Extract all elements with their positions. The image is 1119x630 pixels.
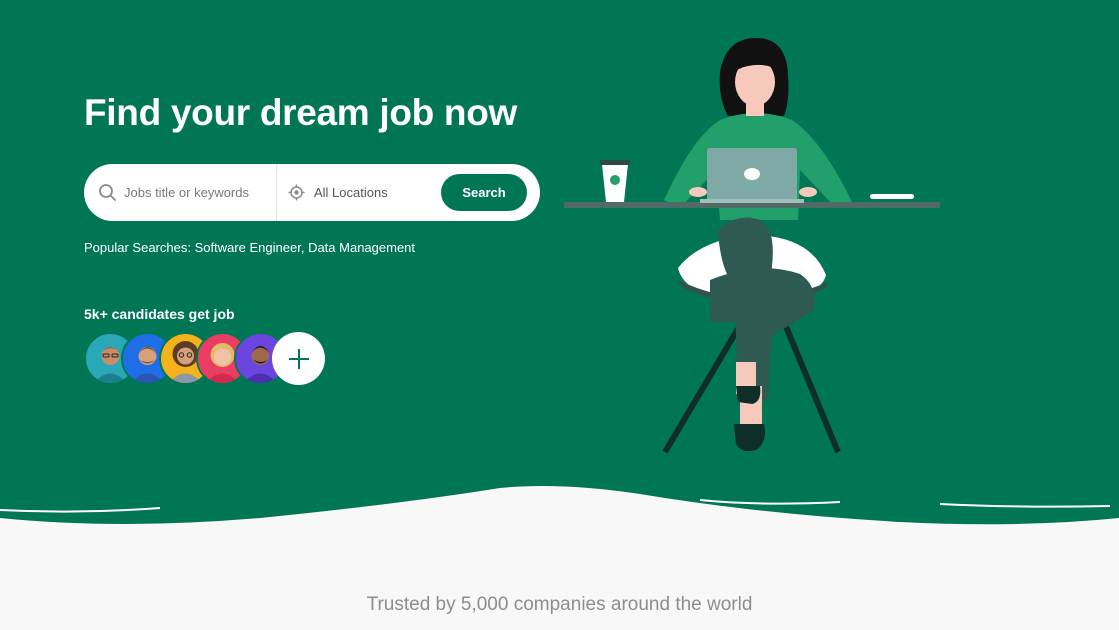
- trusted-by-text: Trusted by 5,000 companies around the wo…: [366, 594, 753, 615]
- search-icon: [99, 184, 116, 201]
- candidates-heading: 5k+ candidates get job: [84, 306, 235, 322]
- search-button[interactable]: Search: [441, 174, 527, 211]
- wave-divider: [0, 486, 1119, 540]
- keywords-field[interactable]: [98, 164, 276, 221]
- search-divider: [276, 164, 277, 221]
- hero-title: Find your dream job now: [84, 92, 517, 133]
- popular-search-data-management[interactable]: Data Management: [308, 240, 415, 255]
- hero-section: Find your dream job now All Locations Se…: [0, 0, 1119, 540]
- popular-searches-label: Popular Searches:: [84, 240, 191, 255]
- job-search-bar: All Locations Search: [84, 164, 540, 221]
- keywords-input[interactable]: [124, 185, 272, 200]
- popular-search-software-engineer[interactable]: Software Engineer,: [195, 240, 305, 255]
- location-select[interactable]: All Locations: [288, 164, 438, 221]
- more-candidates-button[interactable]: [272, 332, 325, 385]
- woman-at-laptop-illustration: [564, 38, 940, 454]
- plus-icon: [288, 348, 309, 369]
- location-target-icon: [288, 184, 305, 201]
- location-value: All Locations: [314, 185, 388, 200]
- candidate-avatars: [84, 332, 334, 385]
- popular-searches: Popular Searches: Software Engineer, Dat…: [84, 240, 415, 255]
